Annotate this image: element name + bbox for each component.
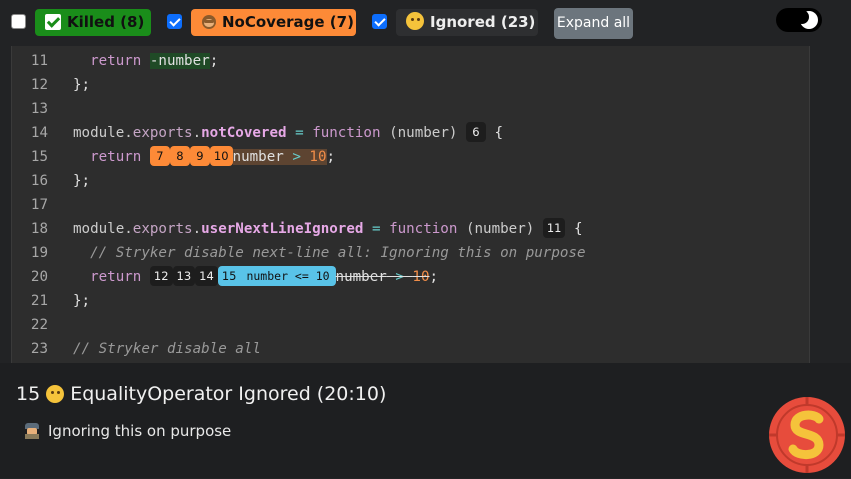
code-viewer: 11 return -number; 12 }; 13 14 module.ex…: [11, 46, 810, 363]
line-number: 16: [30, 173, 48, 189]
killed-checkbox[interactable]: [11, 14, 26, 29]
mutant-badge[interactable]: 9: [189, 146, 210, 166]
line-source: module.exports.userNextLineIgnored = fun…: [73, 217, 583, 241]
code-line: 21 };: [12, 289, 809, 313]
mutant-badge[interactable]: 11: [542, 218, 566, 238]
code-line: 22: [12, 313, 809, 337]
code-line: 13: [12, 97, 809, 121]
line-source: return 7 8 9 10 number > 10;: [73, 145, 335, 169]
mutant-replacement[interactable]: number <= 10: [240, 266, 336, 286]
code-line: 16 };: [12, 169, 809, 193]
killed-filter-badge[interactable]: Killed (8): [35, 9, 151, 36]
line-source: return 12 13 14 15 number <= 10 number > 10;: [73, 265, 438, 289]
ignored-checkbox[interactable]: [372, 14, 387, 29]
code-line: 15 return 7 8 9 10 number > 10;: [12, 145, 809, 169]
line-source: };: [73, 173, 91, 189]
line-source: // Stryker disable all: [73, 341, 261, 357]
mutant-detail-title: 15 EqualityOperator Ignored (20:10): [16, 383, 386, 405]
mutant-description: Ignoring this on purpose: [24, 422, 231, 440]
check-mark-icon: [45, 14, 61, 30]
line-number: 22: [30, 317, 48, 333]
mutant-badge[interactable]: 8: [169, 146, 190, 166]
line-source: module.exports.notCovered = function (nu…: [73, 121, 503, 145]
code-line: 20 return 12 13 14 15 number <= 10 number > 1…: [12, 265, 809, 289]
line-number: 18: [30, 221, 48, 237]
code-line: 14 module.exports.notCovered = function …: [12, 121, 809, 145]
line-number: 13: [30, 101, 48, 117]
code-line: 17: [12, 193, 809, 217]
line-number: 19: [30, 245, 48, 261]
code-line: 11 return -number;: [12, 49, 809, 73]
monkey-icon: [201, 9, 217, 36]
line-number: 12: [30, 77, 48, 93]
mutant-badge[interactable]: 13: [172, 266, 196, 286]
nocoverage-label: NoCoverage (7): [222, 13, 354, 31]
mutant-replacement[interactable]: -number: [149, 53, 210, 69]
line-number: 14: [30, 125, 48, 141]
mutant-badge[interactable]: 7: [149, 146, 170, 166]
selected-mutant-badge[interactable]: 15: [217, 266, 241, 286]
line-number: 15: [30, 149, 48, 165]
mutant-badge[interactable]: 14: [195, 266, 218, 286]
code-line: 12 };: [12, 73, 809, 97]
line-source: // Stryker disable next-line all: Ignori…: [90, 245, 586, 261]
code-line: 23 // Stryker disable all: [12, 337, 809, 361]
line-number: 11: [30, 53, 48, 69]
line-number: 17: [30, 197, 48, 213]
line-source: };: [73, 77, 91, 93]
line-number: 21: [30, 293, 48, 309]
moon-icon: [795, 10, 818, 29]
line-number: 20: [30, 269, 48, 285]
killed-label: Killed (8): [67, 13, 145, 31]
mutant-badge[interactable]: 12: [149, 266, 173, 286]
mutant-detail-panel: 15 EqualityOperator Ignored (20:10) Ignor…: [0, 363, 851, 478]
ignored-filter-badge[interactable]: Ignored (23): [396, 9, 538, 36]
stryker-logo-icon: [767, 395, 847, 475]
code-line: 19 // Stryker disable next-line all: Ign…: [12, 241, 809, 265]
mutant-badge[interactable]: 10: [209, 146, 233, 166]
code-line: 18 module.exports.userNextLineIgnored = …: [12, 217, 809, 241]
nocoverage-checkbox[interactable]: [167, 14, 182, 29]
uncovered-code: number > 10: [232, 149, 327, 165]
nocoverage-filter-badge[interactable]: NoCoverage (7): [191, 9, 356, 36]
line-number: 23: [30, 341, 48, 357]
expand-all-button[interactable]: Expand all: [554, 8, 633, 39]
detective-icon: [24, 423, 40, 439]
filter-toolbar: Killed (8) NoCoverage (7) Ignored (23) E…: [0, 0, 851, 46]
original-code: number > 10: [335, 269, 430, 285]
mutant-status-title: EqualityOperator Ignored (20:10): [70, 383, 387, 405]
confused-face-icon: [406, 12, 424, 30]
mutant-badge[interactable]: 6: [465, 122, 486, 142]
line-source: };: [73, 293, 91, 309]
mutant-id: 15: [16, 383, 41, 405]
confused-face-icon: [46, 385, 65, 403]
theme-toggle[interactable]: [776, 8, 822, 32]
ignored-label: Ignored (23): [430, 13, 536, 31]
line-source: return -number;: [90, 53, 219, 69]
